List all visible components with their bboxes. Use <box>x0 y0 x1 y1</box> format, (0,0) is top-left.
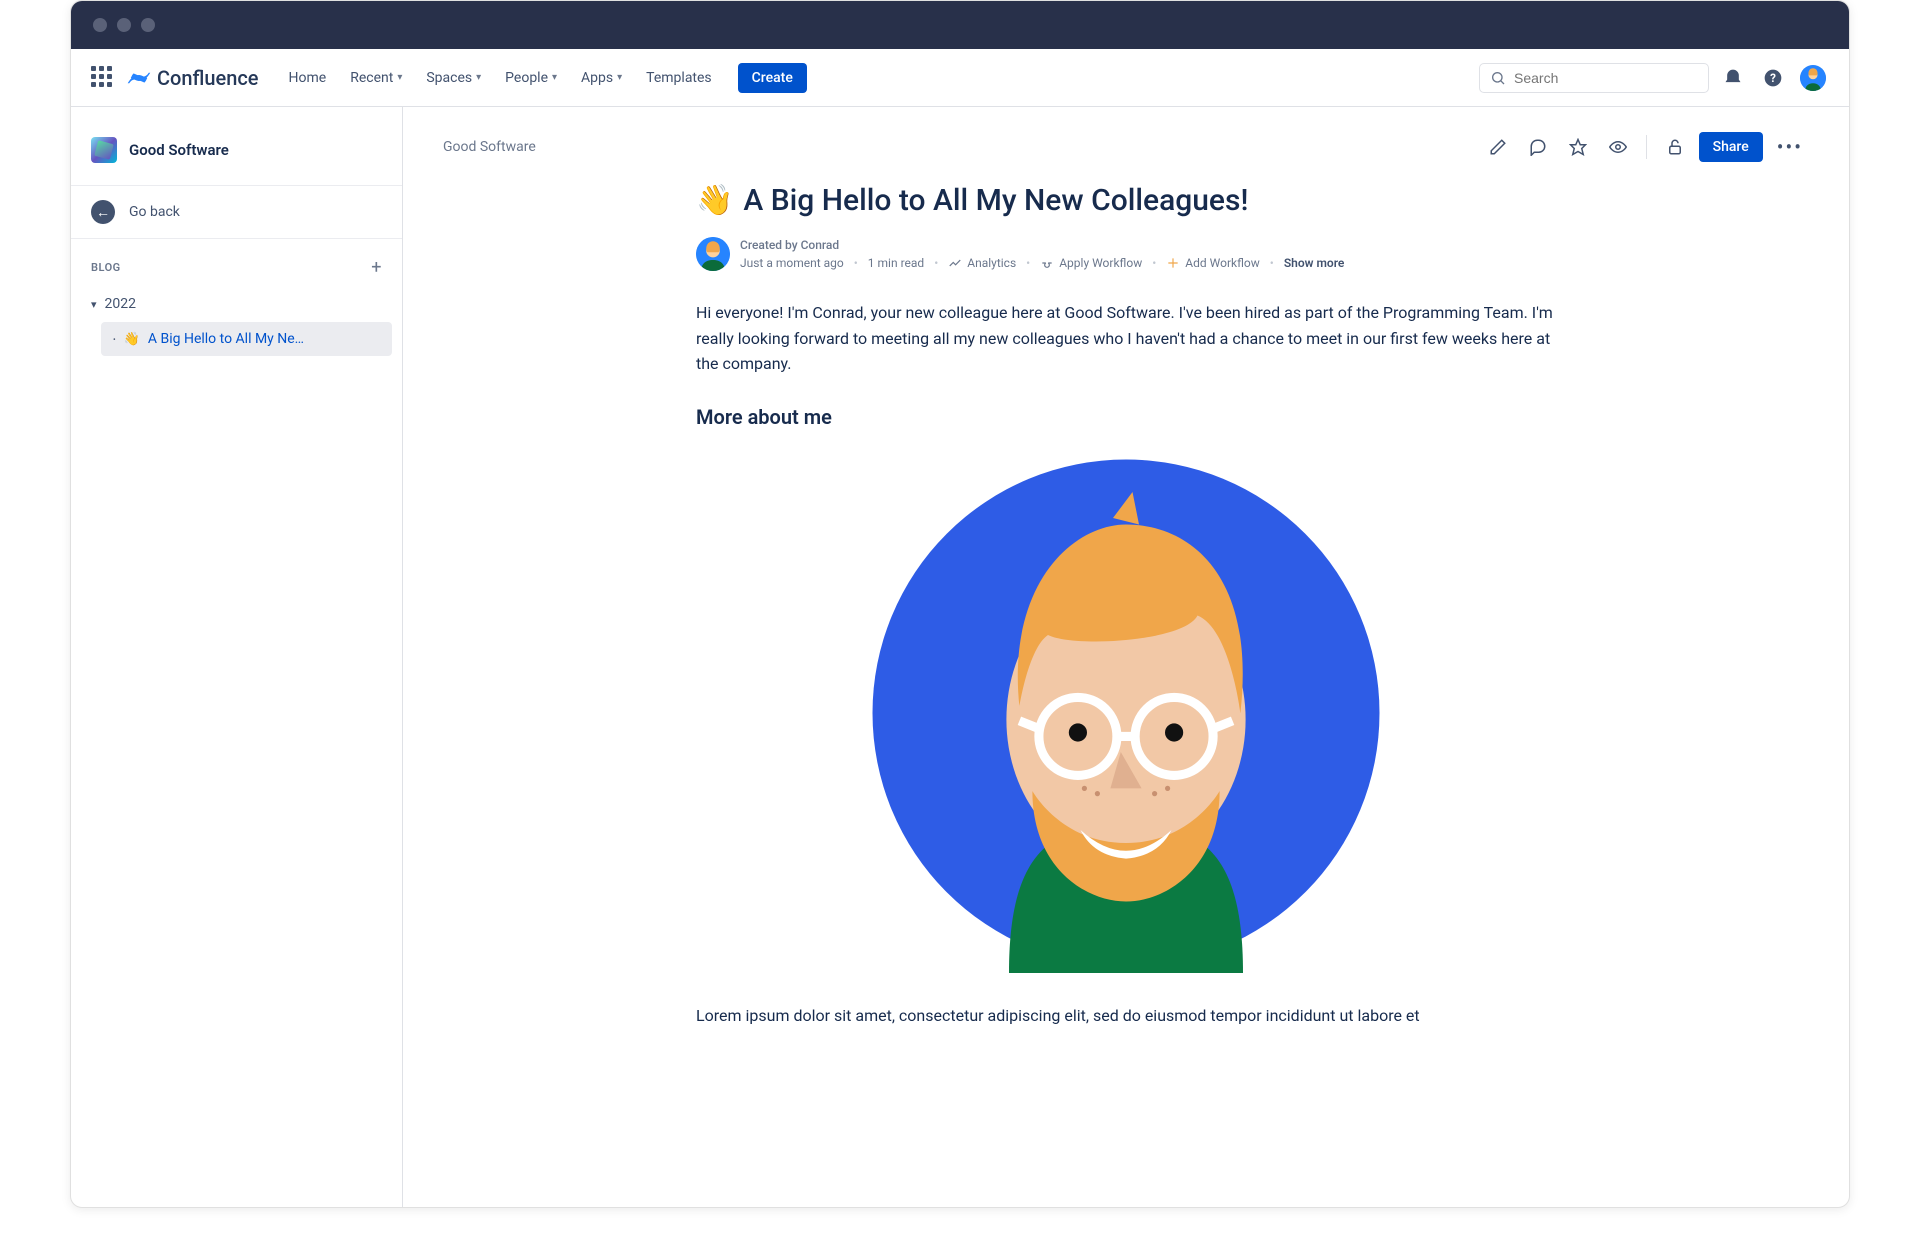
create-button[interactable]: Create <box>738 63 807 93</box>
show-more-link[interactable]: Show more <box>1284 254 1345 272</box>
nav-people[interactable]: People▾ <box>495 64 567 92</box>
created-by: Created by Conrad <box>740 236 1344 254</box>
chevron-down-icon: ▾ <box>91 298 97 311</box>
nav-home[interactable]: Home <box>279 64 337 92</box>
nav-apps[interactable]: Apps▾ <box>571 64 632 92</box>
search-box[interactable] <box>1479 63 1709 93</box>
profile-avatar[interactable] <box>1797 62 1829 94</box>
add-blog-icon[interactable]: + <box>371 257 382 278</box>
watch-icon[interactable] <box>1602 131 1634 163</box>
author-avatar[interactable] <box>696 237 730 271</box>
profile-illustration <box>866 453 1386 973</box>
confluence-logo[interactable]: Confluence <box>127 66 259 90</box>
apply-workflow-link[interactable]: Apply Workflow <box>1040 254 1142 272</box>
traffic-close[interactable] <box>93 18 107 32</box>
top-nav: Confluence Home Recent▾ Spaces▾ People▾ … <box>71 49 1849 107</box>
comment-icon[interactable] <box>1522 131 1554 163</box>
nav-spaces[interactable]: Spaces▾ <box>416 64 491 92</box>
help-icon[interactable]: ? <box>1757 62 1789 94</box>
breadcrumb[interactable]: Good Software <box>443 139 536 155</box>
space-name: Good Software <box>129 141 229 159</box>
search-input[interactable] <box>1514 70 1698 86</box>
byline: Created by Conrad Just a moment ago • 1 … <box>696 236 1556 272</box>
back-arrow-icon: ← <box>91 200 115 224</box>
intro-paragraph: Hi everyone! I'm Conrad, your new collea… <box>696 300 1556 377</box>
restrictions-icon[interactable] <box>1659 131 1691 163</box>
bullet-icon: • <box>113 335 116 344</box>
sidebar: Good Software ← Go back BLOG + ▾ 2022 • … <box>71 107 403 1207</box>
sidebar-section-blog: BLOG + <box>71 239 402 288</box>
chevron-down-icon: ▾ <box>397 72 402 83</box>
traffic-maximize[interactable] <box>141 18 155 32</box>
wave-icon: 👋 <box>696 183 733 218</box>
space-icon <box>91 137 117 163</box>
chevron-down-icon: ▾ <box>476 72 481 83</box>
go-back[interactable]: ← Go back <box>71 185 402 239</box>
add-workflow-icon <box>1166 256 1180 270</box>
star-icon[interactable] <box>1562 131 1594 163</box>
notifications-icon[interactable] <box>1717 62 1749 94</box>
add-workflow-link[interactable]: Add Workflow <box>1166 254 1259 272</box>
nav-recent[interactable]: Recent▾ <box>340 64 412 92</box>
confluence-icon <box>127 66 151 90</box>
read-time: 1 min read <box>868 254 924 272</box>
traffic-minimize[interactable] <box>117 18 131 32</box>
section-heading: More about me <box>696 405 1556 429</box>
product-name: Confluence <box>157 66 259 90</box>
main-content: Good Software Share ••• 👋 A Big Hello to… <box>403 107 1849 1207</box>
page-title: 👋 A Big Hello to All My New Colleagues! <box>696 183 1556 218</box>
workflow-icon <box>1040 256 1054 270</box>
edit-icon[interactable] <box>1482 131 1514 163</box>
wave-icon: 👋 <box>124 332 140 347</box>
chevron-down-icon: ▾ <box>552 72 557 83</box>
tree-page-current[interactable]: • 👋 A Big Hello to All My Ne… <box>101 322 392 356</box>
lorem-paragraph: Lorem ipsum dolor sit amet, consectetur … <box>696 1003 1556 1029</box>
chevron-down-icon: ▾ <box>617 72 622 83</box>
analytics-link[interactable]: Analytics <box>948 254 1016 272</box>
divider <box>1646 135 1647 159</box>
analytics-icon <box>948 256 962 270</box>
timestamp: Just a moment ago <box>740 254 844 272</box>
tree-year[interactable]: ▾ 2022 <box>71 288 402 320</box>
svg-text:?: ? <box>1770 71 1776 85</box>
space-header[interactable]: Good Software <box>71 123 402 177</box>
app-switcher-icon[interactable] <box>91 66 115 90</box>
window-titlebar <box>71 1 1849 49</box>
share-button[interactable]: Share <box>1699 132 1763 162</box>
search-icon <box>1490 70 1506 86</box>
nav-templates[interactable]: Templates <box>636 64 722 92</box>
more-actions-icon[interactable]: ••• <box>1771 135 1809 159</box>
